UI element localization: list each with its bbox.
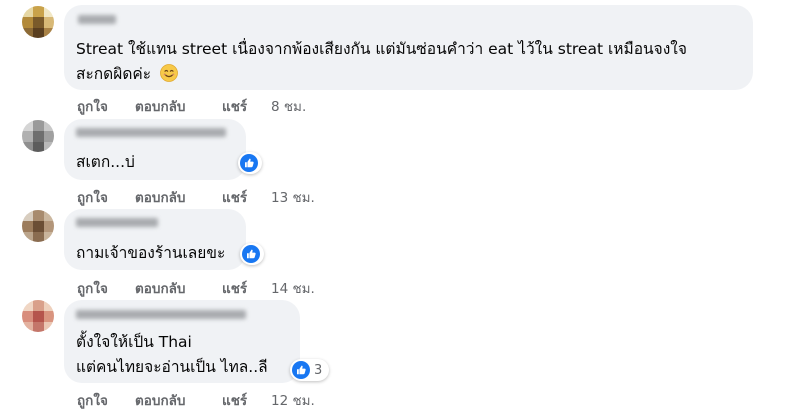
avatar[interactable] [22,6,54,38]
reaction-summary[interactable] [238,152,262,174]
comment-actions: ถูกใจ ตอบกลับ แชร์ 12 ชม. [77,389,337,409]
like-reaction-icon [240,154,258,172]
comment-text-line: ตั้งใจให้เป็น Thai [76,333,192,351]
comment-timestamp[interactable]: 12 ชม. [271,389,315,409]
share-link[interactable]: แชร์ [222,186,247,208]
comment-bubble: Streat ใช้แทน street เนื่องจากพ้องเสียงก… [64,5,753,90]
reply-link[interactable]: ตอบกลับ [135,95,185,117]
avatar[interactable] [22,300,54,332]
comment-actions: ถูกใจ ตอบกลับ แชร์ 14 ชม. [77,277,337,297]
like-link[interactable]: ถูกใจ [77,186,108,208]
comment-text-line: Streat ใช้แทน street เนื่องจากพ้องเสียงก… [76,40,687,58]
comment-text-line: สะกดผิดค่ะ [76,62,178,89]
reaction-count: 3 [314,362,323,378]
comment-text-line: ถามเจ้าของร้านเลยขะ [76,244,226,262]
comment-bubble: สเตก...บ่ [64,119,246,180]
avatar[interactable] [22,210,54,242]
comment-actions: ถูกใจ ตอบกลับ แชร์ 8 ชม. [77,95,337,115]
reply-link[interactable]: ตอบกลับ [135,277,185,299]
reply-link[interactable]: ตอบกลับ [135,186,185,208]
like-link[interactable]: ถูกใจ [77,389,108,409]
comment-timestamp[interactable]: 8 ชม. [271,95,306,117]
reply-link[interactable]: ตอบกลับ [135,389,185,409]
like-link[interactable]: ถูกใจ [77,277,108,299]
share-link[interactable]: แชร์ [222,277,247,299]
commenter-name[interactable] [76,128,226,137]
share-link[interactable]: แชร์ [222,389,247,409]
comment-actions: ถูกใจ ตอบกลับ แชร์ 13 ชม. [77,186,337,206]
comment-timestamp[interactable]: 14 ชม. [271,277,315,299]
smiling-face-emoji-icon [160,64,178,89]
commenter-name[interactable] [76,310,246,319]
comment-text-line: สเตก...บ่ [76,153,135,171]
like-reaction-icon [242,245,260,263]
like-link[interactable]: ถูกใจ [77,95,108,117]
comment-text-line: สะกดผิดค่ะ [76,65,152,83]
comment-bubble: ถามเจ้าของร้านเลยขะ [64,209,246,270]
commenter-name[interactable] [76,218,158,227]
comment-text-line: แต่คนไทยจะอ่านเป็น ไทล..ลี [76,358,268,376]
share-link[interactable]: แชร์ [222,95,247,117]
like-reaction-icon [292,361,310,379]
reaction-summary[interactable]: 3 [290,359,330,381]
avatar[interactable] [22,120,54,152]
comment-bubble: ตั้งใจให้เป็น Thai แต่คนไทยจะอ่านเป็น ไท… [64,300,300,383]
comment-timestamp[interactable]: 13 ชม. [271,186,315,208]
commenter-name[interactable] [78,15,116,24]
comment-thread: Streat ใช้แทน street เนื่องจากพ้องเสียงก… [0,0,800,409]
reaction-summary[interactable] [240,243,264,265]
